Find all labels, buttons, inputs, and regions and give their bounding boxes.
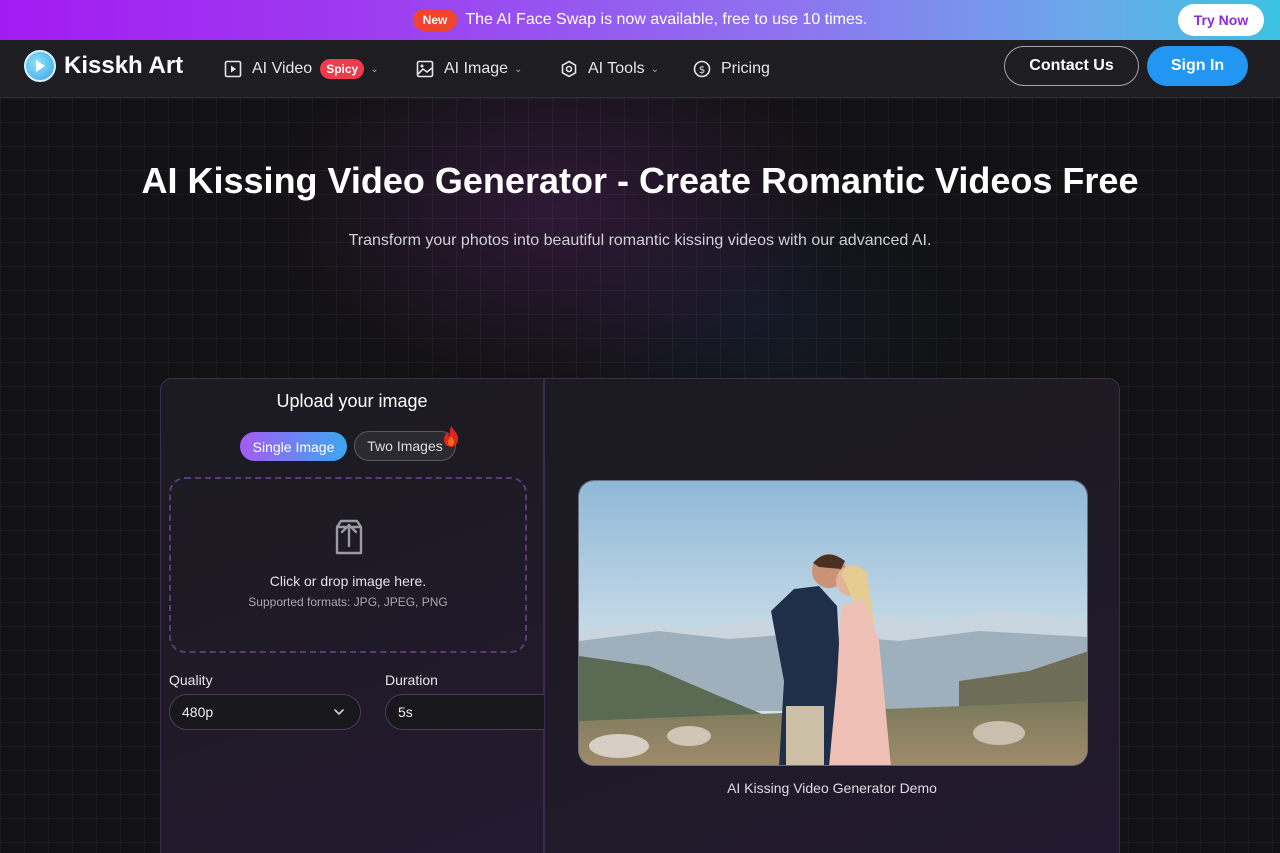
page-subtitle: Transform your photos into beautiful rom… — [348, 232, 932, 249]
promo-banner: New The AI Face Swap is now available, f… — [0, 0, 1280, 40]
tab-single-image[interactable]: Single Image — [240, 432, 347, 461]
dropzone-text: Click or drop image here. — [269, 573, 427, 589]
top-nav: Kisskh Art AI Video Spicy ⌄ AI Image ⌄ A… — [0, 40, 1280, 98]
nav-item-label: AI Video — [252, 60, 313, 77]
image-dropzone[interactable]: Click or drop image here. Supported form… — [169, 477, 527, 653]
chevron-down-icon: ⌄ — [370, 63, 379, 75]
try-now-button[interactable]: Try Now — [1178, 4, 1264, 36]
nav-item-ai-tools[interactable]: AI Tools ⌄ — [560, 56, 659, 82]
demo-panel: AI Kissing Video Generator Demo — [544, 378, 1120, 853]
nav-item-label: AI Image — [444, 60, 509, 77]
duration-select[interactable]: 5s — [385, 694, 545, 730]
supported-formats: Supported formats: JPG, JPEG, PNG — [248, 595, 448, 609]
demo-image — [579, 481, 1087, 765]
svg-text:$: $ — [699, 65, 705, 76]
chevron-down-icon: ⌄ — [650, 63, 660, 75]
brand-logo[interactable]: Kisskh Art — [24, 50, 183, 82]
nav-item-ai-video[interactable]: AI Video Spicy ⌄ — [224, 56, 379, 82]
quality-select[interactable]: 480p — [169, 694, 361, 730]
dollar-circle-icon: $ — [693, 60, 711, 78]
banner-text: The AI Face Swap is now available, free … — [465, 11, 868, 28]
logo-play-icon — [24, 50, 56, 82]
play-square-icon — [224, 60, 242, 78]
duration-value: 5s — [398, 704, 413, 720]
hexagon-icon — [561, 60, 577, 78]
brand-name: Kisskh Art — [64, 52, 184, 79]
duration-label: Duration — [385, 672, 438, 688]
page-title: AI Kissing Video Generator - Create Roma… — [141, 160, 1139, 201]
sign-in-button[interactable]: Sign In — [1147, 46, 1248, 86]
chevron-down-icon: ⌄ — [514, 63, 523, 75]
demo-caption: AI Kissing Video Generator Demo — [727, 780, 937, 796]
nav-item-pricing[interactable]: $ Pricing — [693, 56, 770, 82]
chevron-down-icon — [334, 709, 344, 716]
nav-item-label: Pricing — [721, 60, 770, 77]
new-badge: New — [412, 9, 458, 31]
quality-value: 480p — [182, 704, 214, 720]
nav-item-label: AI Tools — [588, 60, 645, 77]
nav-item-ai-image[interactable]: AI Image ⌄ — [416, 56, 522, 82]
demo-video-preview[interactable] — [578, 480, 1088, 766]
fire-icon — [441, 425, 461, 454]
upload-title: Upload your image — [276, 391, 428, 411]
quality-label: Quality — [169, 672, 213, 688]
contact-us-button[interactable]: Contact Us — [1004, 46, 1139, 86]
upload-icon — [331, 517, 367, 562]
spicy-badge: Spicy — [320, 59, 365, 79]
upload-panel: Upload your image Single Image Two Image… — [160, 378, 545, 853]
image-icon — [416, 60, 434, 78]
